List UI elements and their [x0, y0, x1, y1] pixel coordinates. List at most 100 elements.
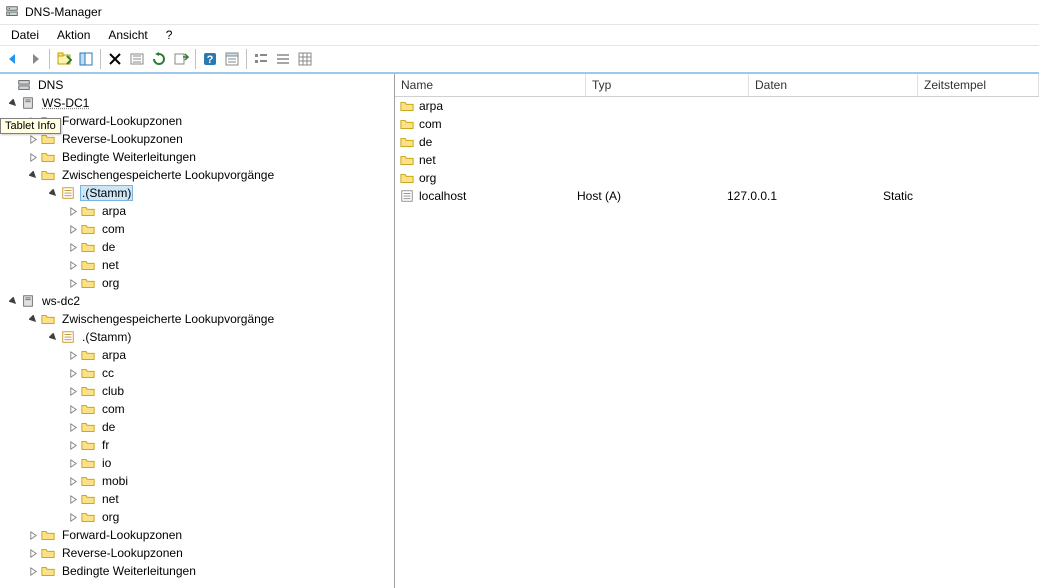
tree-item-cache-1[interactable]: Zwischengespeicherte Lookupvorgänge — [0, 166, 394, 184]
expand-icon[interactable] — [66, 279, 80, 288]
zone-icon — [60, 185, 76, 201]
expand-icon[interactable] — [66, 459, 80, 468]
expand-icon[interactable] — [66, 441, 80, 450]
forward-button[interactable] — [24, 48, 46, 70]
folder-icon — [80, 221, 96, 237]
expand-icon[interactable] — [66, 387, 80, 396]
back-button[interactable] — [2, 48, 24, 70]
tree-item-dns-root[interactable]: ▾ DNS — [0, 76, 394, 94]
expand-icon[interactable] — [66, 405, 80, 414]
list-item-folder[interactable]: arpa — [395, 97, 1039, 115]
collapse-icon[interactable] — [6, 297, 20, 306]
list-item-folder[interactable]: net — [395, 151, 1039, 169]
tree-item-zone[interactable]: mobi — [0, 472, 394, 490]
tree-item-zone[interactable]: org — [0, 274, 394, 292]
collapse-icon[interactable] — [46, 189, 60, 198]
expand-icon[interactable] — [26, 567, 40, 576]
export-button[interactable] — [170, 48, 192, 70]
expand-icon[interactable] — [26, 135, 40, 144]
folder-icon — [80, 239, 96, 255]
folder-icon — [40, 167, 56, 183]
collapse-icon[interactable] — [26, 171, 40, 180]
tree-item-zone[interactable]: com — [0, 220, 394, 238]
tree-item-zone[interactable]: com — [0, 400, 394, 418]
tree-item-zone[interactable]: io — [0, 454, 394, 472]
expand-icon[interactable] — [66, 423, 80, 432]
collapse-icon[interactable] — [46, 333, 60, 342]
expand-icon[interactable] — [26, 549, 40, 558]
tree-item-stamm-2[interactable]: .(Stamm) — [0, 328, 394, 346]
tree-item-rev-zones-2[interactable]: Reverse-Lookupzonen — [0, 544, 394, 562]
reload-button[interactable] — [148, 48, 170, 70]
properties-button[interactable] — [221, 48, 243, 70]
tree-item-zone[interactable]: net — [0, 490, 394, 508]
col-header-typ[interactable]: Typ — [586, 74, 749, 96]
tree-item-zone[interactable]: net — [0, 256, 394, 274]
col-header-daten[interactable]: Daten — [749, 74, 918, 96]
expand-icon[interactable] — [66, 243, 80, 252]
col-header-name[interactable]: Name — [395, 74, 586, 96]
list-item-folder[interactable]: com — [395, 115, 1039, 133]
menu-help[interactable]: ? — [157, 26, 182, 44]
menu-aktion[interactable]: Aktion — [48, 26, 99, 44]
tree-item-zone[interactable]: de — [0, 418, 394, 436]
tree-item-zone[interactable]: de — [0, 238, 394, 256]
expand-icon[interactable] — [66, 351, 80, 360]
folder-icon — [80, 401, 96, 417]
tree-item-stamm-1[interactable]: .(Stamm) — [0, 184, 394, 202]
list-name: net — [419, 153, 436, 167]
list-view-2-button[interactable] — [272, 48, 294, 70]
tree-label: .(Stamm) — [80, 185, 133, 201]
col-header-zeit[interactable]: Zeitstempel — [918, 74, 1039, 96]
delete-button[interactable] — [104, 48, 126, 70]
tree-item-cond-1[interactable]: Bedingte Weiterleitungen — [0, 148, 394, 166]
collapse-icon[interactable] — [26, 315, 40, 324]
list-item-folder[interactable]: de — [395, 133, 1039, 151]
tree-item-zone[interactable]: arpa — [0, 202, 394, 220]
folder-icon — [80, 275, 96, 291]
list-item-folder[interactable]: org — [395, 169, 1039, 187]
tree-item-zone[interactable]: cc — [0, 364, 394, 382]
expand-icon[interactable] — [66, 495, 80, 504]
list-view-3-button[interactable] — [294, 48, 316, 70]
expand-icon[interactable] — [66, 261, 80, 270]
tree-item-zone[interactable]: club — [0, 382, 394, 400]
toolbar-separator — [195, 49, 196, 69]
expand-icon[interactable] — [26, 153, 40, 162]
menu-datei[interactable]: Datei — [2, 26, 48, 44]
expand-icon[interactable] — [66, 369, 80, 378]
tree-item-zone[interactable]: arpa — [0, 346, 394, 364]
help-button[interactable]: ? — [199, 48, 221, 70]
tree-label: org — [100, 275, 121, 291]
list-zeit: Static — [883, 189, 1039, 203]
tree-item-cache-2[interactable]: Zwischengespeicherte Lookupvorgänge — [0, 310, 394, 328]
folder-icon — [40, 545, 56, 561]
folder-icon — [80, 509, 96, 525]
tree-pane[interactable]: Tablet Info ▾ DNS WS-DC1 — [0, 74, 395, 588]
tree-item-zone[interactable]: org — [0, 508, 394, 526]
list-item-record[interactable]: localhostHost (A)127.0.0.1Static — [395, 187, 1039, 205]
list-header: Name Typ Daten Zeitstempel — [395, 74, 1039, 97]
tree-item-fwd-zones-2[interactable]: Forward-Lookupzonen — [0, 526, 394, 544]
tooltip: Tablet Info — [0, 118, 61, 134]
expand-icon[interactable] — [26, 531, 40, 540]
show-hide-button[interactable] — [75, 48, 97, 70]
expand-icon[interactable] — [6, 99, 20, 108]
menu-ansicht[interactable]: Ansicht — [99, 26, 156, 44]
folder-icon — [80, 365, 96, 381]
folder-icon — [399, 98, 415, 114]
new-container-button[interactable] — [53, 48, 75, 70]
expand-icon[interactable] — [66, 477, 80, 486]
expand-icon[interactable] — [66, 513, 80, 522]
tree-item-cond-2[interactable]: Bedingte Weiterleitungen — [0, 562, 394, 580]
list-pane[interactable]: Name Typ Daten Zeitstempel arpacomde net o… — [395, 74, 1039, 588]
tree-item-zone[interactable]: fr — [0, 436, 394, 454]
tree-item-server1[interactable]: WS-DC1 — [0, 94, 394, 112]
folder-icon — [80, 347, 96, 363]
refresh-button[interactable] — [126, 48, 148, 70]
list-view-1-button[interactable] — [250, 48, 272, 70]
expand-icon[interactable] — [66, 207, 80, 216]
list-typ: Host (A) — [577, 189, 727, 203]
tree-item-server2[interactable]: ws-dc2 — [0, 292, 394, 310]
expand-icon[interactable] — [66, 225, 80, 234]
